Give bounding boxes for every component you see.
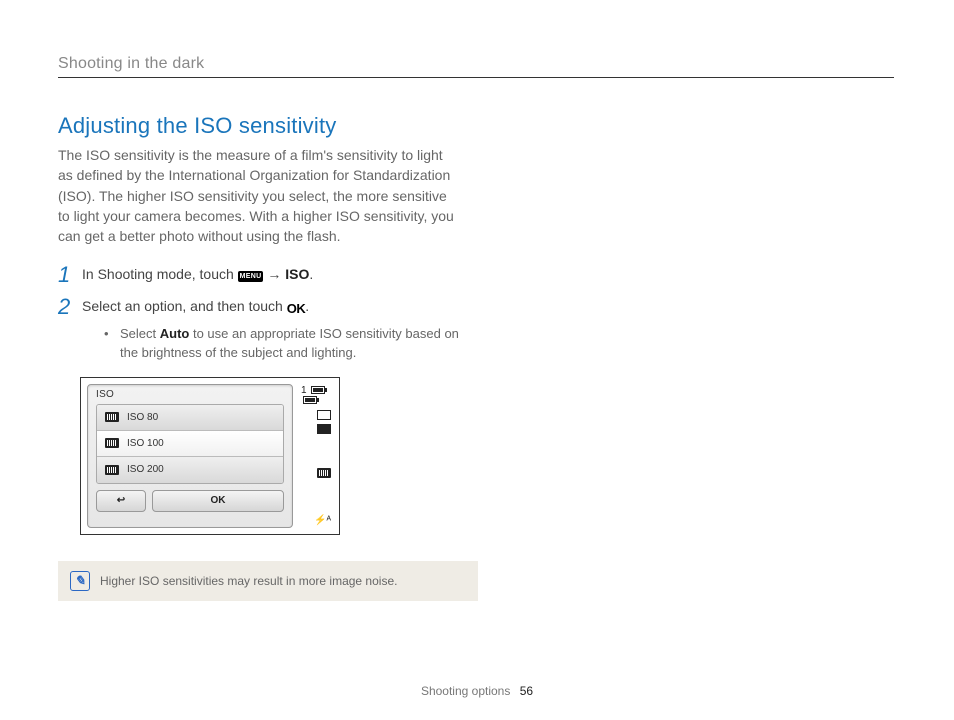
steps-list: 1 In Shooting mode, touch MENU → ISO. 2 … (58, 264, 478, 362)
step-body: Select an option, and then touch OK. • S… (82, 296, 478, 362)
iso-status-icon (317, 468, 331, 481)
camera-screenshot: ISO ISO 80 ISO 100 ISO 200 (80, 377, 340, 535)
text: In Shooting mode, touch (82, 266, 238, 282)
ok-button[interactable]: OK (152, 490, 284, 512)
step-number: 2 (58, 296, 72, 362)
text: Select an option, and then touch (82, 298, 287, 314)
page-number: 56 (520, 684, 533, 698)
iso-icon (105, 465, 119, 475)
step-number: 1 (58, 264, 72, 286)
page-footer: Shooting options 56 (0, 684, 954, 698)
auto-bold: Auto (160, 326, 190, 341)
iso-icon (105, 412, 119, 422)
note-box: ✎ Higher ISO sensitivities may result in… (58, 561, 478, 601)
bullet-dot-icon: • (104, 325, 114, 363)
mode-icon (317, 410, 331, 420)
list-item[interactable]: ISO 100 (97, 431, 283, 457)
lcd-title: ISO (88, 385, 292, 402)
iso-icon (105, 438, 119, 448)
step-1: 1 In Shooting mode, touch MENU → ISO. (58, 264, 478, 286)
running-head: Shooting in the dark (58, 55, 894, 78)
sub-bullet: • Select Auto to use an appropriate ISO … (82, 325, 478, 363)
flash-auto-icon: ⚡ᴬ (314, 516, 331, 526)
intro-paragraph: The ISO sensitivity is the measure of a … (58, 145, 458, 246)
lcd-panel: ISO ISO 80 ISO 100 ISO 200 (87, 384, 293, 528)
shots-remaining: 1 (301, 386, 331, 406)
row-label: ISO 200 (127, 464, 164, 475)
bullet-text: Select Auto to use an appropriate ISO se… (120, 325, 478, 363)
note-text: Higher ISO sensitivities may result in m… (100, 574, 397, 588)
period: . (305, 298, 309, 314)
battery-icon (303, 396, 317, 404)
footer-section: Shooting options (421, 684, 510, 698)
back-button[interactable]: ↩ (96, 490, 146, 512)
iso-label-bold: ISO (285, 266, 309, 282)
arrow: → (263, 266, 285, 282)
sd-icon (311, 386, 325, 394)
t: Select (120, 326, 160, 341)
side-status-icons: 1 ⚡ᴬ (299, 384, 333, 528)
digit: 1 (301, 385, 307, 396)
step-body: In Shooting mode, touch MENU → ISO. (82, 264, 478, 286)
list-item[interactable]: ISO 200 (97, 457, 283, 483)
note-icon: ✎ (70, 571, 90, 591)
ok-icon: OK (287, 299, 306, 319)
button-bar: ↩ OK (96, 490, 284, 512)
mode-icon-2 (317, 424, 331, 434)
menu-icon: MENU (238, 271, 264, 282)
section-title: Adjusting the ISO sensitivity (58, 113, 894, 139)
list-item[interactable]: ISO 80 (97, 405, 283, 431)
row-label: ISO 80 (127, 412, 158, 423)
period: . (309, 266, 313, 282)
row-label: ISO 100 (127, 438, 164, 449)
iso-list: ISO 80 ISO 100 ISO 200 (96, 404, 284, 484)
step-2: 2 Select an option, and then touch OK. •… (58, 296, 478, 362)
